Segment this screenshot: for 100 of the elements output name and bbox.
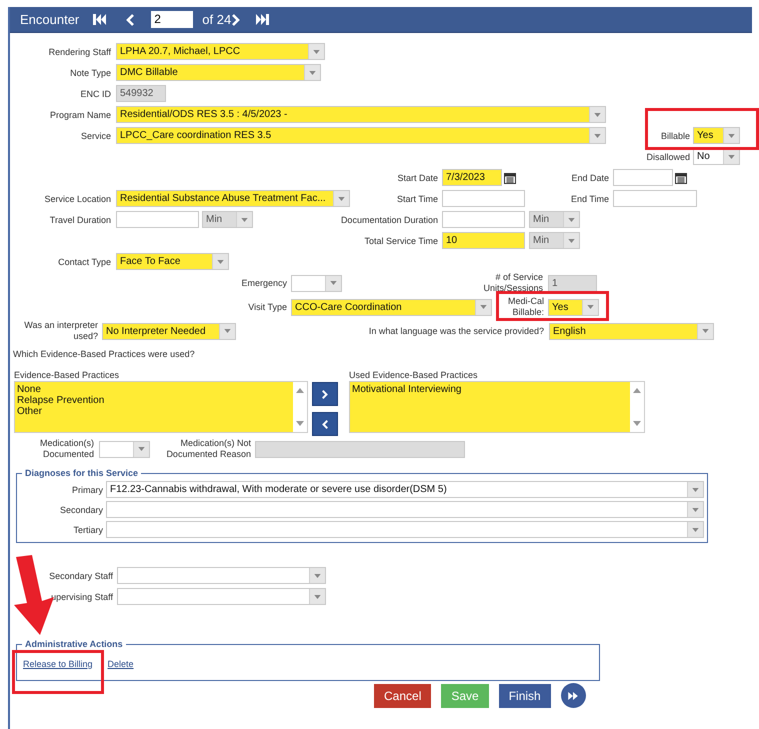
list-item[interactable]: Relapse Prevention bbox=[17, 395, 291, 406]
chevron-left-icon bbox=[322, 420, 328, 428]
scroll-up-icon[interactable] bbox=[296, 388, 304, 393]
page-count: of 24 bbox=[202, 12, 232, 27]
field-label: Service bbox=[80, 130, 111, 140]
action-button[interactable]: Finish bbox=[498, 684, 551, 708]
field-label: End Date bbox=[570, 172, 609, 182]
field-label: Was an interpreter used? bbox=[23, 320, 98, 342]
caret-icon bbox=[692, 528, 699, 532]
list-item[interactable]: None bbox=[17, 384, 291, 395]
field-label: Note Type bbox=[69, 68, 111, 78]
field-label: End Time bbox=[570, 194, 609, 204]
field-label: Disallowed bbox=[645, 152, 690, 162]
service-dropdown[interactable]: LPCC_Care coordination RES 3.5 bbox=[116, 127, 606, 144]
field-label: Billable bbox=[660, 130, 690, 140]
caret-icon bbox=[309, 70, 316, 74]
field-label: # of Service Units/Sessions bbox=[482, 272, 543, 294]
duration-field[interactable] bbox=[442, 211, 525, 228]
caret-icon bbox=[568, 238, 575, 242]
caret-icon bbox=[138, 447, 145, 451]
location-dropdown[interactable]: Residential Substance Abuse Treatment Fac... bbox=[116, 190, 350, 207]
list-label: Used Evidence-Based Practices bbox=[349, 370, 478, 381]
field-label: Program Name bbox=[48, 110, 111, 120]
billable-dropdown[interactable]: Yes bbox=[548, 298, 599, 316]
action-link[interactable]: Release to Billing bbox=[23, 659, 93, 669]
scroll-up-icon[interactable] bbox=[633, 388, 641, 393]
calendar-icon[interactable] bbox=[504, 172, 516, 184]
billable-dropdown[interactable]: Yes bbox=[693, 127, 740, 144]
caret-icon bbox=[692, 508, 699, 512]
field-label: upervising Staff bbox=[50, 592, 113, 602]
practices-list[interactable]: None Relapse Prevention Other bbox=[14, 381, 308, 433]
field-label: Medication(s) Documented bbox=[38, 438, 94, 460]
caret-icon bbox=[480, 305, 487, 309]
scrollbar[interactable] bbox=[630, 382, 644, 432]
calendar-icon[interactable] bbox=[675, 172, 687, 184]
list-item[interactable]: Other bbox=[17, 406, 291, 417]
page-number-field[interactable]: 2 bbox=[151, 11, 194, 28]
diagnosis-dropdown[interactable] bbox=[106, 501, 704, 518]
field-label: Secondary bbox=[58, 504, 103, 514]
caret-icon bbox=[594, 112, 601, 116]
staff-dropdown[interactable] bbox=[117, 588, 326, 605]
action-button[interactable]: Cancel bbox=[374, 684, 432, 708]
note-type-dropdown[interactable]: DMC Billable bbox=[116, 64, 321, 81]
caret-icon bbox=[692, 488, 699, 492]
caret-icon bbox=[338, 196, 345, 200]
caret-icon bbox=[224, 329, 231, 333]
interpreter-dropdown[interactable]: No Interpreter Needed bbox=[102, 322, 236, 340]
staff-dropdown[interactable] bbox=[117, 567, 326, 584]
language-dropdown[interactable]: English bbox=[549, 322, 714, 340]
contact-type-dropdown[interactable]: Face To Face bbox=[116, 253, 229, 270]
caret-icon bbox=[728, 134, 735, 138]
first-page-icon[interactable] bbox=[93, 14, 108, 25]
scroll-down-icon[interactable] bbox=[296, 421, 304, 426]
scrollbar[interactable] bbox=[293, 382, 307, 432]
diagnosis-dropdown[interactable] bbox=[106, 521, 704, 538]
field-label: Contact Type bbox=[57, 256, 111, 266]
page-title: Encounter bbox=[20, 12, 80, 27]
field-label: Medication(s) Not Documented Reason bbox=[165, 438, 251, 460]
remove-button[interactable] bbox=[312, 412, 338, 436]
chevron-right-icon bbox=[322, 390, 328, 398]
caret-icon bbox=[313, 50, 320, 54]
emergency-dropdown[interactable] bbox=[291, 274, 342, 292]
duration-field[interactable] bbox=[116, 211, 199, 228]
program-dropdown[interactable]: Residential/ODS RES 3.5 : 4/5/2023 - bbox=[116, 106, 606, 123]
caret-icon bbox=[728, 154, 735, 158]
date-field[interactable] bbox=[613, 169, 673, 186]
used-practices-list[interactable]: Motivational Interviewing bbox=[349, 381, 645, 433]
field-label: Start Time bbox=[396, 194, 438, 204]
next-button[interactable] bbox=[560, 683, 586, 708]
field-label: In what language was the service provided? bbox=[368, 326, 544, 336]
field-label: Visit Type bbox=[247, 302, 287, 312]
duration-field[interactable]: 10 bbox=[442, 232, 525, 249]
medication-dropdown[interactable] bbox=[99, 440, 150, 458]
scroll-down-icon[interactable] bbox=[633, 421, 641, 426]
field-label: Total Service Time bbox=[363, 236, 438, 246]
staff-dropdown[interactable]: LPHA 20.7, Michael, LPCC bbox=[116, 43, 325, 60]
caret-icon bbox=[314, 574, 321, 578]
time-field[interactable] bbox=[442, 190, 525, 207]
caret-icon bbox=[702, 329, 709, 333]
add-button[interactable] bbox=[312, 382, 338, 406]
panel-title: Administrative Actions bbox=[24, 639, 124, 649]
caret-icon bbox=[314, 594, 321, 598]
last-page-icon[interactable] bbox=[256, 14, 270, 25]
field-label: Documentation Duration bbox=[340, 214, 438, 224]
field-label: Service Location bbox=[43, 194, 111, 204]
date-field[interactable]: 7/3/2023 bbox=[442, 169, 502, 186]
diagnosis-dropdown[interactable]: F12.23-Cannabis withdrawal, With moderate or severe use disorder(DSM 5) bbox=[106, 481, 704, 498]
caret-icon bbox=[568, 218, 575, 222]
next-icon[interactable] bbox=[232, 14, 240, 26]
action-link[interactable]: Delete bbox=[108, 659, 134, 669]
field-label: Travel Duration bbox=[48, 214, 111, 224]
time-field[interactable] bbox=[613, 190, 697, 207]
previous-icon[interactable] bbox=[126, 14, 134, 26]
caret-icon bbox=[587, 305, 594, 309]
field-label: Primary bbox=[71, 484, 103, 494]
caret-icon bbox=[217, 260, 224, 264]
list-item[interactable]: Motivational Interviewing bbox=[352, 384, 628, 395]
visit-type-dropdown[interactable]: CCO-Care Coordination bbox=[291, 298, 492, 316]
field-label: Emergency bbox=[240, 278, 287, 288]
field-label: ENC ID bbox=[79, 88, 111, 98]
